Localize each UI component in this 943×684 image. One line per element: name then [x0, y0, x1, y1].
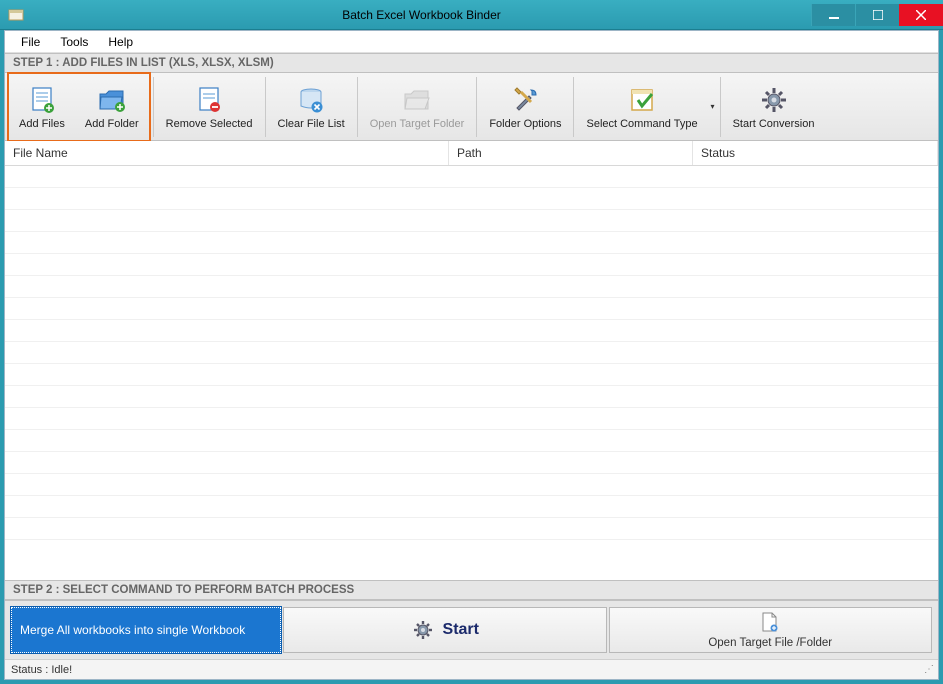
start-button[interactable]: Start [283, 607, 607, 653]
open-target-button[interactable]: Open Target File /Folder [609, 607, 933, 653]
maximize-button[interactable] [855, 4, 899, 26]
step1-header: STEP 1 : ADD FILES IN LIST (XLS, XLSX, X… [5, 53, 938, 73]
window-controls [811, 4, 943, 26]
clear-icon [295, 84, 327, 116]
gear-icon [411, 618, 435, 642]
file-table: File Name Path Status [5, 141, 938, 580]
status-text: Status : Idle! [11, 664, 72, 676]
start-conversion-label: Start Conversion [733, 118, 815, 130]
select-command-button[interactable]: Select Command Type [576, 74, 707, 140]
table-row [5, 452, 938, 474]
table-row [5, 430, 938, 452]
open-target-folder-label: Open Target Folder [370, 118, 465, 130]
table-row [5, 474, 938, 496]
minimize-button[interactable] [811, 4, 855, 26]
menu-help[interactable]: Help [98, 33, 143, 51]
remove-icon [193, 84, 225, 116]
column-filename[interactable]: File Name [5, 141, 449, 165]
checklist-icon [626, 84, 658, 116]
selected-command-label: Merge All workbooks into single Workbook [20, 623, 245, 637]
table-row [5, 232, 938, 254]
folder-open-icon [401, 84, 433, 116]
step2-header: STEP 2 : SELECT COMMAND TO PERFORM BATCH… [5, 580, 938, 600]
window-title: Batch Excel Workbook Binder [32, 8, 811, 22]
table-row [5, 166, 938, 188]
column-headers: File Name Path Status [5, 141, 938, 166]
remove-selected-label: Remove Selected [166, 118, 253, 130]
table-row [5, 364, 938, 386]
toolbar-separator [720, 77, 721, 137]
open-target-folder-button[interactable]: Open Target Folder [360, 74, 475, 140]
toolbar-separator [357, 77, 358, 137]
toolbar-separator [573, 77, 574, 137]
table-row [5, 188, 938, 210]
menu-tools[interactable]: Tools [50, 33, 98, 51]
toolbar-separator [476, 77, 477, 137]
resize-grip[interactable]: ⋰ [924, 664, 932, 675]
status-bar: Status : Idle! ⋰ [5, 659, 938, 679]
app-icon [8, 7, 24, 23]
add-group-highlight: Add Files Add Folder [7, 72, 151, 142]
folder-options-button[interactable]: Folder Options [479, 74, 571, 140]
menu-file[interactable]: File [11, 33, 50, 51]
toolbar: Add Files Add Folder Remove Selected Cle… [5, 73, 938, 141]
add-files-button[interactable]: Add Files [9, 74, 75, 140]
file-icon [758, 611, 782, 635]
table-row [5, 210, 938, 232]
column-status[interactable]: Status [693, 141, 938, 165]
open-target-label: Open Target File /Folder [708, 637, 832, 649]
close-button[interactable] [899, 4, 943, 26]
table-body[interactable] [5, 166, 938, 546]
toolbar-separator [153, 77, 154, 137]
select-command-label: Select Command Type [586, 118, 697, 130]
step2-panel: Merge All workbooks into single Workbook… [5, 600, 938, 659]
select-command-dropdown[interactable]: ▾ [708, 74, 718, 140]
folder-options-label: Folder Options [489, 118, 561, 130]
start-label: Start [443, 621, 479, 639]
clear-list-button[interactable]: Clear File List [268, 74, 355, 140]
table-row [5, 276, 938, 298]
menu-bar: File Tools Help [5, 31, 938, 53]
remove-selected-button[interactable]: Remove Selected [156, 74, 263, 140]
gear-icon [758, 84, 790, 116]
table-row [5, 386, 938, 408]
column-path[interactable]: Path [449, 141, 693, 165]
table-row [5, 408, 938, 430]
selected-command[interactable]: Merge All workbooks into single Workbook [11, 607, 281, 653]
add-files-label: Add Files [19, 118, 65, 130]
add-folder-label: Add Folder [85, 118, 139, 130]
table-row [5, 320, 938, 342]
table-row [5, 298, 938, 320]
add-folder-button[interactable]: Add Folder [75, 74, 149, 140]
tools-icon [509, 84, 541, 116]
title-bar: Batch Excel Workbook Binder [0, 0, 943, 30]
table-row [5, 254, 938, 276]
folder-add-icon [96, 84, 128, 116]
table-row [5, 518, 938, 540]
toolbar-separator [265, 77, 266, 137]
file-add-icon [26, 84, 58, 116]
clear-list-label: Clear File List [278, 118, 345, 130]
start-conversion-button[interactable]: Start Conversion [723, 74, 825, 140]
table-row [5, 342, 938, 364]
table-row [5, 496, 938, 518]
